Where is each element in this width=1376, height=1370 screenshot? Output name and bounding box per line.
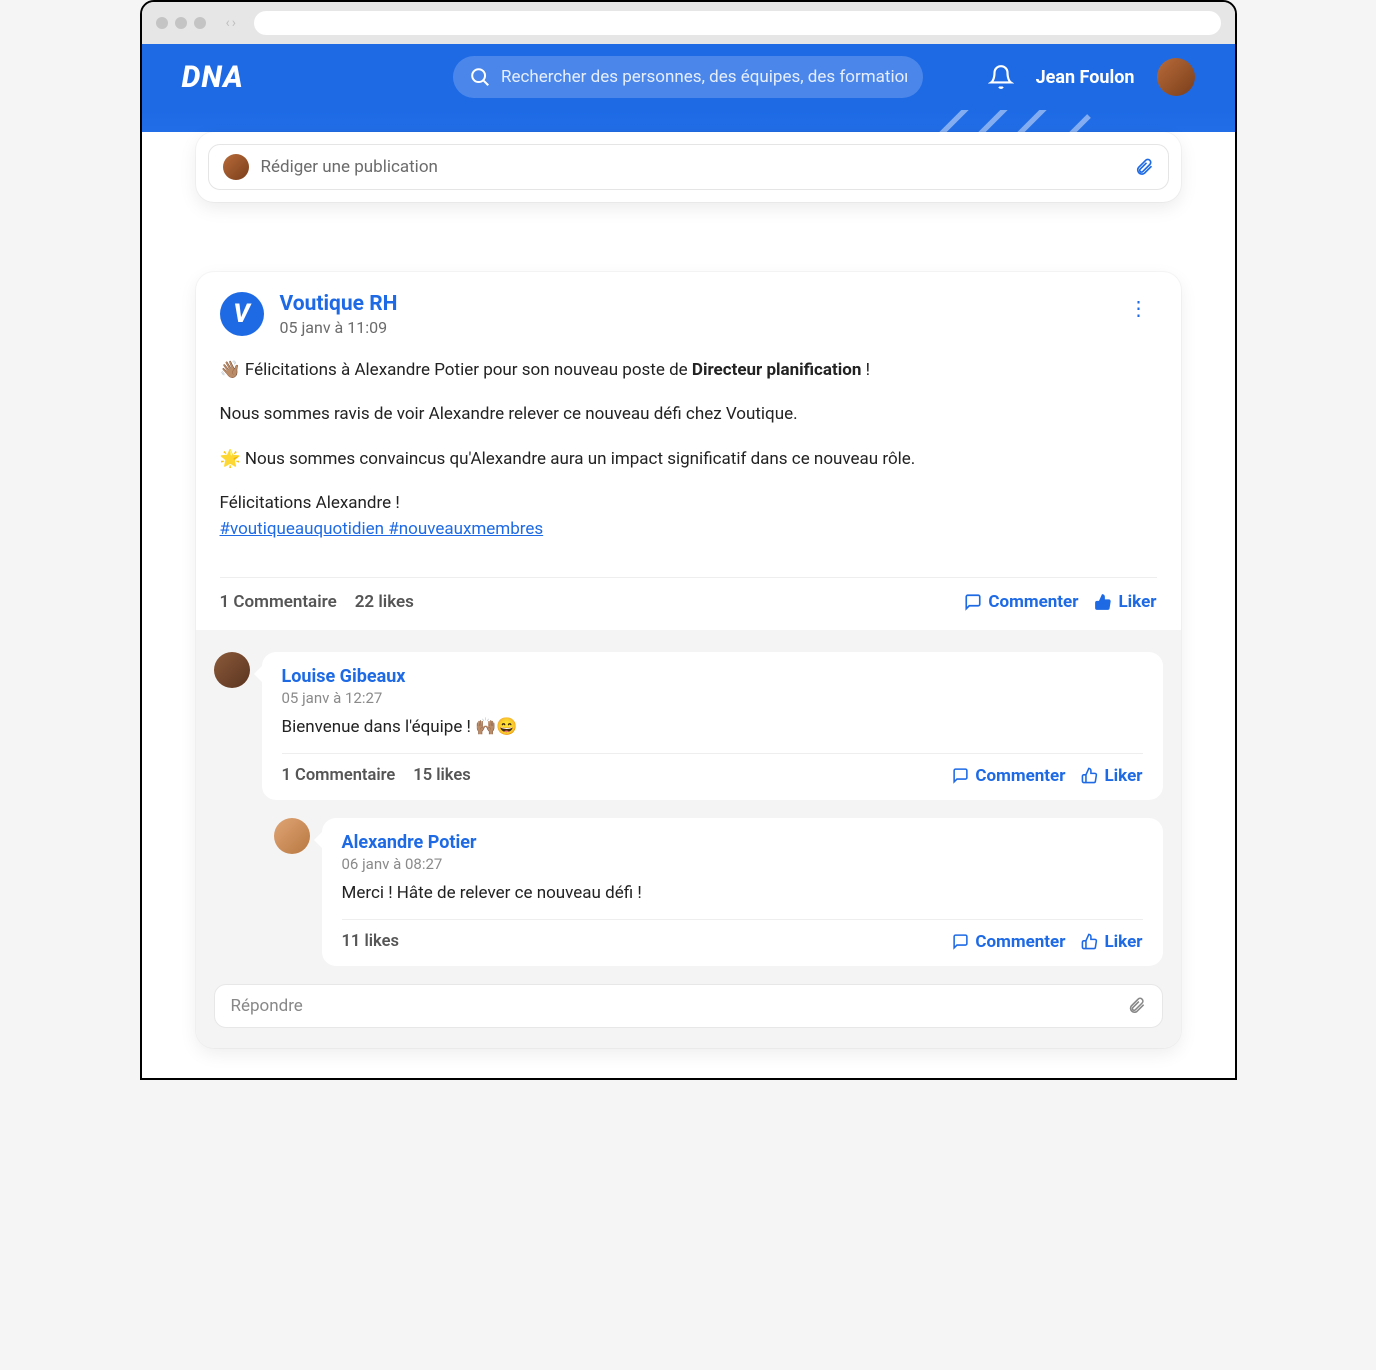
nav-back-icon[interactable]: ‹ [226,15,230,31]
post-menu-icon[interactable]: ⋮ [1121,292,1157,324]
post-line-4: Félicitations Alexandre ! #voutiqueauquo… [220,490,1157,543]
browser-frame: ‹ › DNA Rechercher des personnes, des éq… [140,0,1237,1080]
comment-like-count[interactable]: 15 likes [413,766,470,785]
nav-forward-icon[interactable]: › [232,15,236,31]
comment-bubble: Alexandre Potier 06 janv à 08:27 Merci !… [322,818,1163,966]
reply-input[interactable]: Répondre [214,984,1163,1028]
composer-avatar [223,154,249,180]
comment-timestamp: 06 janv à 08:27 [342,855,1143,873]
thumbs-up-icon [1081,933,1098,950]
url-bar[interactable] [254,11,1221,35]
post-hashtags[interactable]: #voutiqueauquotidien #nouveauxmembres [220,519,544,539]
like-button[interactable]: Liker [1094,592,1156,612]
post-author-avatar[interactable]: V [220,292,264,336]
like-button[interactable]: Liker [1081,932,1142,952]
comment-icon [952,767,969,784]
comment-button[interactable]: Commenter [952,766,1065,786]
comment-bubble: Louise Gibeaux 05 janv à 12:27 Bienvenue… [262,652,1163,800]
user-avatar[interactable] [1157,58,1195,96]
composer-card: Rédiger une publication [196,132,1181,202]
comment-stats-bar: 11 likes Commenter Liker [342,919,1143,952]
search-placeholder: Rechercher des personnes, des équipes, d… [501,67,907,87]
reply-placeholder: Répondre [231,996,1127,1016]
window-dots [156,17,206,29]
comment-author[interactable]: Louise Gibeaux [282,666,1143,687]
app-logo[interactable]: DNA [182,60,244,95]
bell-icon[interactable] [988,64,1014,90]
post-comment-count[interactable]: 1 Commentaire [220,592,337,612]
post-line-2: Nous sommes ravis de voir Alexandre rele… [220,401,1157,427]
window-dot-max[interactable] [194,17,206,29]
comments-area: Louise Gibeaux 05 janv à 12:27 Bienvenue… [196,630,1181,1048]
comment-author[interactable]: Alexandre Potier [342,832,1143,853]
comment-text: Merci ! Hâte de relever ce nouveau défi … [342,883,1143,903]
comment-avatar[interactable] [274,818,310,854]
post-line-1: 👋🏽 Félicitations à Alexandre Potier pour… [220,357,1157,383]
composer-input[interactable]: Rédiger une publication [208,144,1169,190]
comment-item: Alexandre Potier 06 janv à 08:27 Merci !… [274,818,1163,966]
comment-item: Louise Gibeaux 05 janv à 12:27 Bienvenue… [214,652,1163,800]
comment-icon [964,593,982,611]
header-right: Jean Foulon [988,58,1195,96]
post-timestamp: 05 janv à 11:09 [280,318,398,337]
post-card: V Voutique RH 05 janv à 11:09 ⋮ 👋🏽 Félic… [196,272,1181,1048]
window-dot-min[interactable] [175,17,187,29]
paperclip-icon[interactable] [1127,996,1146,1015]
comment-button[interactable]: Commenter [952,932,1065,952]
comment-timestamp: 05 janv à 12:27 [282,689,1143,707]
composer-placeholder: Rédiger une publication [261,157,1122,177]
post-header: V Voutique RH 05 janv à 11:09 ⋮ [196,272,1181,337]
user-name[interactable]: Jean Foulon [1036,67,1135,88]
browser-chrome: ‹ › [142,2,1235,44]
search-input[interactable]: Rechercher des personnes, des équipes, d… [453,56,923,98]
comment-comment-count[interactable]: 1 Commentaire [282,766,396,785]
nav-arrows: ‹ › [226,15,236,31]
comment-button[interactable]: Commenter [964,592,1078,612]
post-author-name[interactable]: Voutique RH [280,292,398,316]
comment-avatar[interactable] [214,652,250,688]
post-body: 👋🏽 Félicitations à Alexandre Potier pour… [196,337,1181,559]
search-icon [469,66,491,88]
comment-stats-bar: 1 Commentaire 15 likes Commenter Liker [282,753,1143,786]
post-like-count[interactable]: 22 likes [355,592,414,612]
thumbs-up-icon [1081,767,1098,784]
app-header: DNA Rechercher des personnes, des équipe… [142,44,1235,110]
post-stats-bar: 1 Commentaire 22 likes Commenter Liker [220,577,1157,630]
paperclip-icon[interactable] [1134,157,1154,177]
post-line-3: 🌟 Nous sommes convaincus qu'Alexandre au… [220,446,1157,472]
comment-icon [952,933,969,950]
thumbs-up-icon [1094,593,1112,611]
comment-text: Bienvenue dans l'équipe ! 🙌🏽😄 [282,717,1143,737]
window-dot-close[interactable] [156,17,168,29]
like-button[interactable]: Liker [1081,766,1142,786]
comment-like-count[interactable]: 11 likes [342,932,399,951]
content-area: Rédiger une publication V Voutique RH 05… [142,132,1235,1078]
